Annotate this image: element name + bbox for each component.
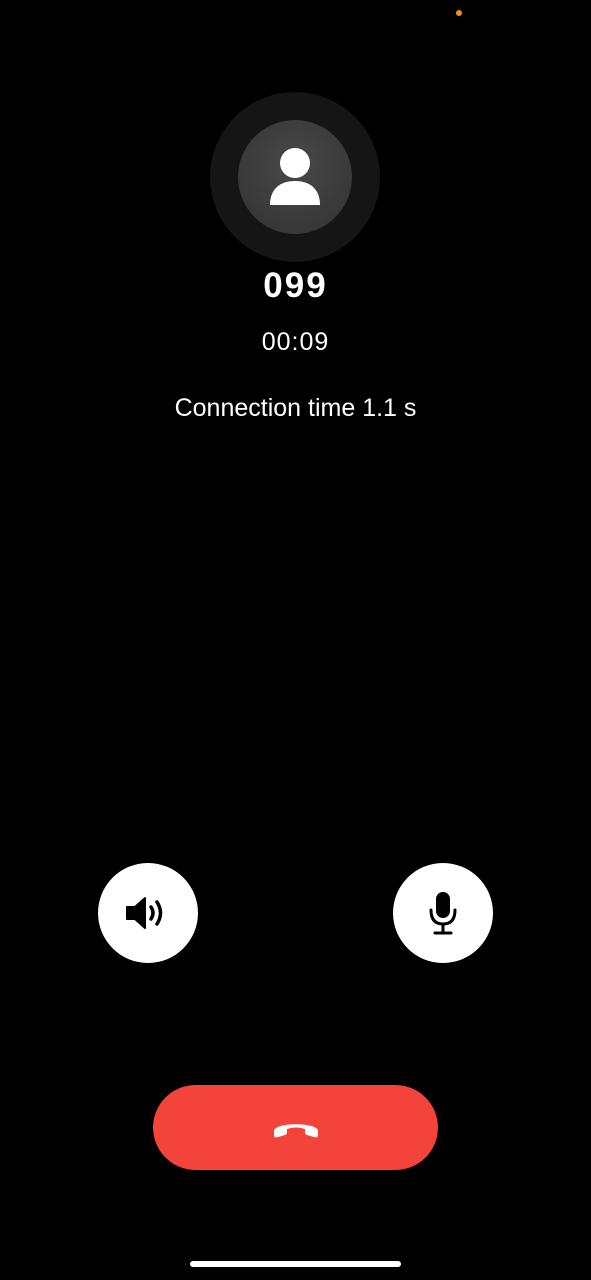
call-duration: 00:09 <box>261 328 330 356</box>
speaker-button[interactable] <box>98 863 198 963</box>
end-call-button[interactable] <box>153 1085 438 1170</box>
speaker-icon <box>126 897 163 929</box>
avatar <box>238 120 352 234</box>
connection-time-label: Connection time 1.1 s <box>174 394 417 422</box>
call-screen: 099 00:09 Connection time 1.1 s <box>0 0 591 1280</box>
caller-number: 099 <box>263 266 328 305</box>
phone-hangup-icon <box>273 1123 318 1137</box>
person-icon <box>270 148 320 205</box>
privacy-indicator-dot <box>456 10 462 16</box>
microphone-button[interactable] <box>393 863 493 963</box>
home-indicator[interactable] <box>190 1261 401 1267</box>
microphone-icon <box>429 892 457 935</box>
